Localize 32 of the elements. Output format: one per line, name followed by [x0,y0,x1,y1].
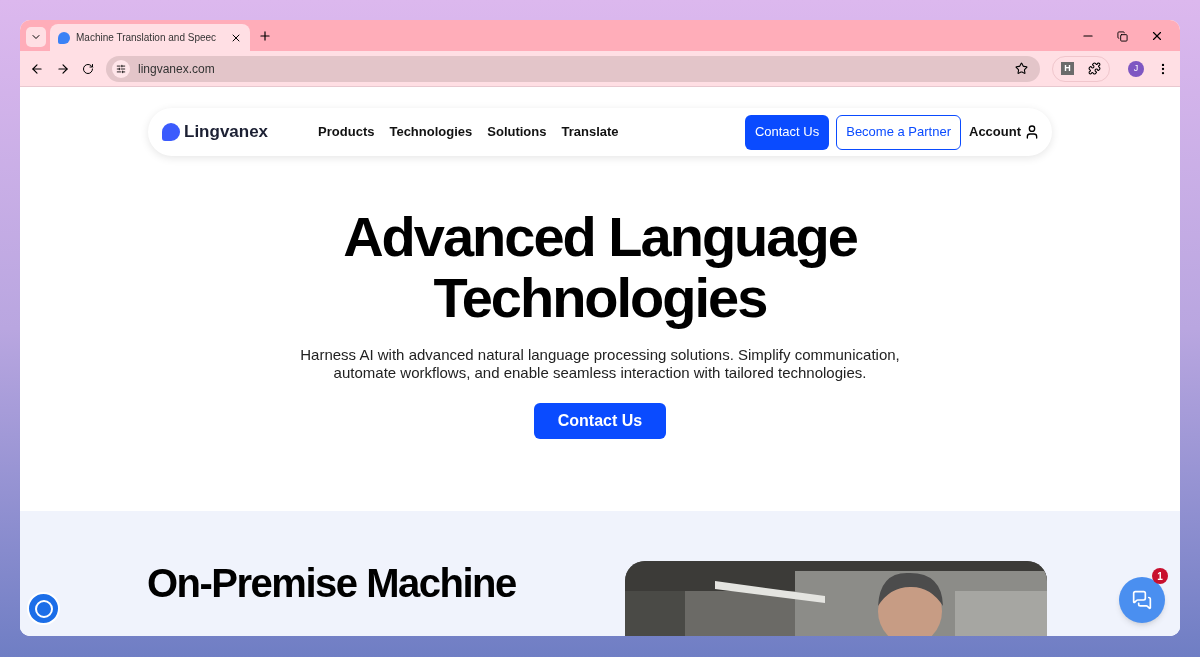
nav-link[interactable]: Technologies [389,122,473,142]
back-icon[interactable] [30,61,44,76]
nav-link[interactable]: Translate [561,122,619,142]
site-settings-icon[interactable] [112,59,130,78]
profile-avatar[interactable]: J [1128,60,1144,77]
forward-icon[interactable] [56,61,70,76]
logo-icon [162,123,180,141]
url-text: lingvanex.com [138,60,216,78]
chat-icon [1132,590,1152,610]
extension-icon[interactable]: H [1061,62,1074,75]
hero-subtitle: Harness AI with advanced natural language processing solutions. Simplify communication, automate workflows, and enable seamless interaction with tailored technologies. [300,346,900,382]
favicon-icon [58,31,70,44]
account-link[interactable]: Account [969,122,1021,142]
nav-link[interactable]: Solutions [487,122,547,142]
section-title: On-Premise Machine [147,561,517,607]
reload-icon[interactable] [82,62,94,75]
browser-tab[interactable]: Machine Translation and Speec [50,24,250,51]
new-tab-icon[interactable] [258,29,272,43]
hero-title: Advanced Language Technologies [343,206,857,328]
contact-us-button[interactable]: Contact Us [744,114,830,150]
tab-title: Machine Translation and Speec [76,31,218,45]
address-bar[interactable]: lingvanex.com [106,55,1040,82]
extensions-icon[interactable] [1088,62,1101,75]
logo-text[interactable]: Lingvanex [184,119,269,145]
restore-icon[interactable] [1117,30,1128,42]
account-icon[interactable] [1024,124,1040,140]
bookmark-icon[interactable] [1015,62,1028,75]
become-partner-button[interactable]: Become a Partner [836,114,961,150]
hero-contact-button[interactable]: Contact Us [534,403,666,439]
nav-link[interactable]: Products [318,122,375,142]
close-window-icon[interactable] [1150,29,1164,43]
tab-search-button[interactable] [26,27,46,47]
